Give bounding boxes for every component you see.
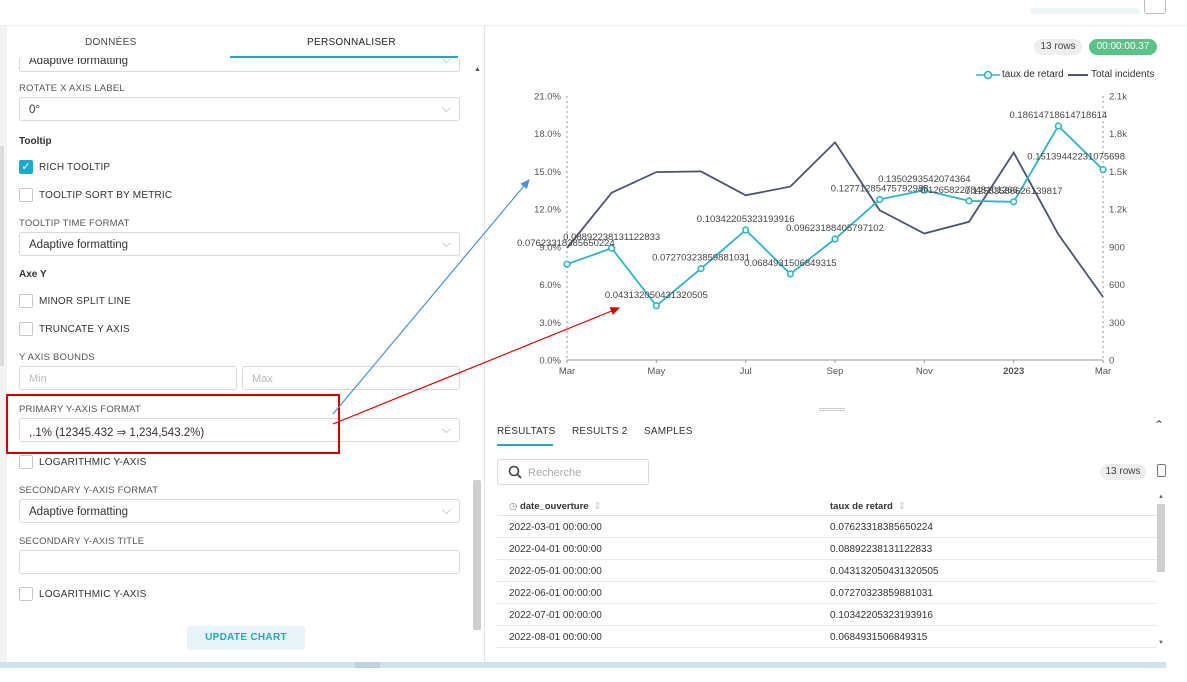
- tab-samples[interactable]: SAMPLES: [644, 426, 693, 437]
- tooltip-time-format-select[interactable]: Adaptive formatting ⌵: [19, 232, 460, 256]
- rotate-x-select[interactable]: 0° ⌵: [19, 97, 460, 121]
- annotation-highlight-box: [6, 394, 340, 454]
- tab-personnaliser[interactable]: PERSONNALISER: [307, 37, 396, 48]
- rich-tooltip-label: RICH TOOLTIP: [39, 162, 111, 173]
- left-edge-scrollbar[interactable]: [0, 26, 7, 662]
- check-icon: ✓: [21, 161, 31, 173]
- search-icon: [508, 465, 522, 479]
- secondary-y-title-input[interactable]: [19, 550, 460, 574]
- tab-resultats[interactable]: RÉSULTATS: [497, 426, 555, 437]
- bottom-scrollbar[interactable]: [0, 662, 1166, 668]
- truncate-y-label: TRUNCATE Y AXIS: [39, 324, 130, 335]
- y-bounds-label: Y AXIS BOUNDS: [19, 352, 95, 363]
- column-taux-de-retard[interactable]: taux de retard ⇕: [830, 501, 906, 512]
- table-row: 2022-06-01 00:00:00 0.07270323859881031: [497, 582, 1157, 604]
- table-row: 2022-07-01 00:00:00 0.10342205323193916: [497, 604, 1157, 626]
- table-scrollbar-thumb[interactable]: [1157, 504, 1165, 572]
- panel-scrollbar[interactable]: ▲: [472, 58, 482, 662]
- cut-format-select[interactable]: Adaptive formatting ⌵: [19, 58, 460, 72]
- secondary-y-format-label: SECONDARY Y-AXIS FORMAT: [19, 485, 159, 496]
- chevron-down-icon: ⌵: [441, 101, 451, 115]
- copy-icon[interactable]: [1157, 464, 1166, 477]
- log-y2-label: LOGARITHMIC Y-AXIS: [39, 589, 147, 600]
- legend-line-icon-2: [1068, 74, 1088, 76]
- tooltip-section-title: Tooltip: [19, 136, 52, 147]
- collapse-icon[interactable]: ⌃: [1154, 418, 1164, 432]
- table-scrollbar[interactable]: ▲ ▼: [1156, 494, 1166, 652]
- results-row-count-badge: 13 rows: [1100, 464, 1146, 480]
- sort-icon[interactable]: ⇕: [898, 501, 906, 512]
- legend-taux-de-retard[interactable]: taux de retard: [1002, 69, 1064, 80]
- secondary-y-title-label: SECONDARY Y-AXIS TITLE: [19, 536, 145, 547]
- legend-line-icon-1: [976, 70, 1000, 80]
- tooltip-sort-checkbox[interactable]: [19, 188, 33, 202]
- log-y-label: LOGARITHMIC Y-AXIS: [39, 457, 147, 468]
- scroll-up-icon[interactable]: ▲: [1158, 494, 1164, 500]
- top-pill: [1030, 8, 1140, 14]
- row-count-badge: 13 rows: [1034, 39, 1082, 55]
- clock-icon: ◷: [509, 501, 518, 512]
- log-y2-checkbox[interactable]: [19, 587, 33, 601]
- table-row: 2022-08-01 00:00:00 0.0684931506849315: [497, 626, 1157, 648]
- resize-handle[interactable]: [819, 408, 845, 411]
- minor-split-label: MINOR SPLIT LINE: [39, 296, 131, 307]
- table-row: 2022-04-01 00:00:00 0.08892238131122833: [497, 538, 1157, 560]
- update-chart-button[interactable]: UPDATE CHART: [187, 626, 305, 650]
- minor-split-checkbox[interactable]: [19, 294, 33, 308]
- log-y-checkbox[interactable]: [19, 455, 33, 469]
- panel-scroll-area: Adaptive formatting ⌵ ROTATE X AXIS LABE…: [7, 58, 477, 662]
- table-header: ◷ date_ouverture ⇕ taux de retard ⇕: [497, 496, 1157, 516]
- chevron-down-icon: ⌵: [441, 58, 451, 66]
- query-time-badge: 00:00:00.37: [1089, 39, 1157, 55]
- tab-donnees[interactable]: DONNÉES: [85, 37, 137, 48]
- search-placeholder: Recherche: [528, 467, 582, 479]
- customize-panel: DONNÉES PERSONNALISER Adaptive formattin…: [7, 26, 485, 662]
- table-row: 2022-03-01 00:00:00 0.07623318385650224: [497, 516, 1157, 538]
- rotate-x-label: ROTATE X AXIS LABEL: [19, 83, 125, 94]
- active-results-tab-indicator: [497, 444, 553, 446]
- sort-icon[interactable]: ⇕: [594, 501, 602, 512]
- scrollbar-thumb[interactable]: [473, 480, 481, 630]
- top-bar: [0, 0, 1187, 26]
- column-date-ouverture[interactable]: ◷ date_ouverture ⇕: [509, 501, 602, 512]
- secondary-y-format-select[interactable]: Adaptive formatting ⌵: [19, 499, 460, 523]
- chevron-down-icon: ⌵: [441, 422, 451, 436]
- y-min-input[interactable]: Min: [19, 366, 237, 390]
- tooltip-time-format-label: TOOLTIP TIME FORMAT: [19, 218, 130, 229]
- axe-y-section-title: Axe Y: [19, 269, 47, 280]
- panel-tabs: DONNÉES PERSONNALISER: [7, 26, 477, 58]
- y-max-input[interactable]: Max: [242, 366, 460, 390]
- scroll-down-icon[interactable]: ▼: [1158, 640, 1164, 646]
- table-row: 2022-05-01 00:00:00 0.043132050431320505: [497, 560, 1157, 582]
- rich-tooltip-checkbox[interactable]: ✓: [19, 160, 33, 174]
- legend-total-incidents[interactable]: Total incidents: [1091, 69, 1154, 80]
- scroll-up-icon[interactable]: ▲: [474, 66, 481, 73]
- chevron-down-icon: ⌵: [441, 503, 451, 517]
- tooltip-sort-label: TOOLTIP SORT BY METRIC: [39, 190, 173, 201]
- app-window: DONNÉES PERSONNALISER Adaptive formattin…: [0, 0, 1187, 682]
- chart-area: 13 rows 00:00:00.37 taux de retard Total…: [486, 26, 1187, 662]
- chevron-down-icon: ⌵: [441, 236, 451, 250]
- search-input[interactable]: Recherche: [497, 459, 649, 485]
- tab-results-2[interactable]: RESULTS 2: [572, 426, 628, 437]
- truncate-y-checkbox[interactable]: [19, 322, 33, 336]
- top-menu-button[interactable]: [1144, 0, 1166, 14]
